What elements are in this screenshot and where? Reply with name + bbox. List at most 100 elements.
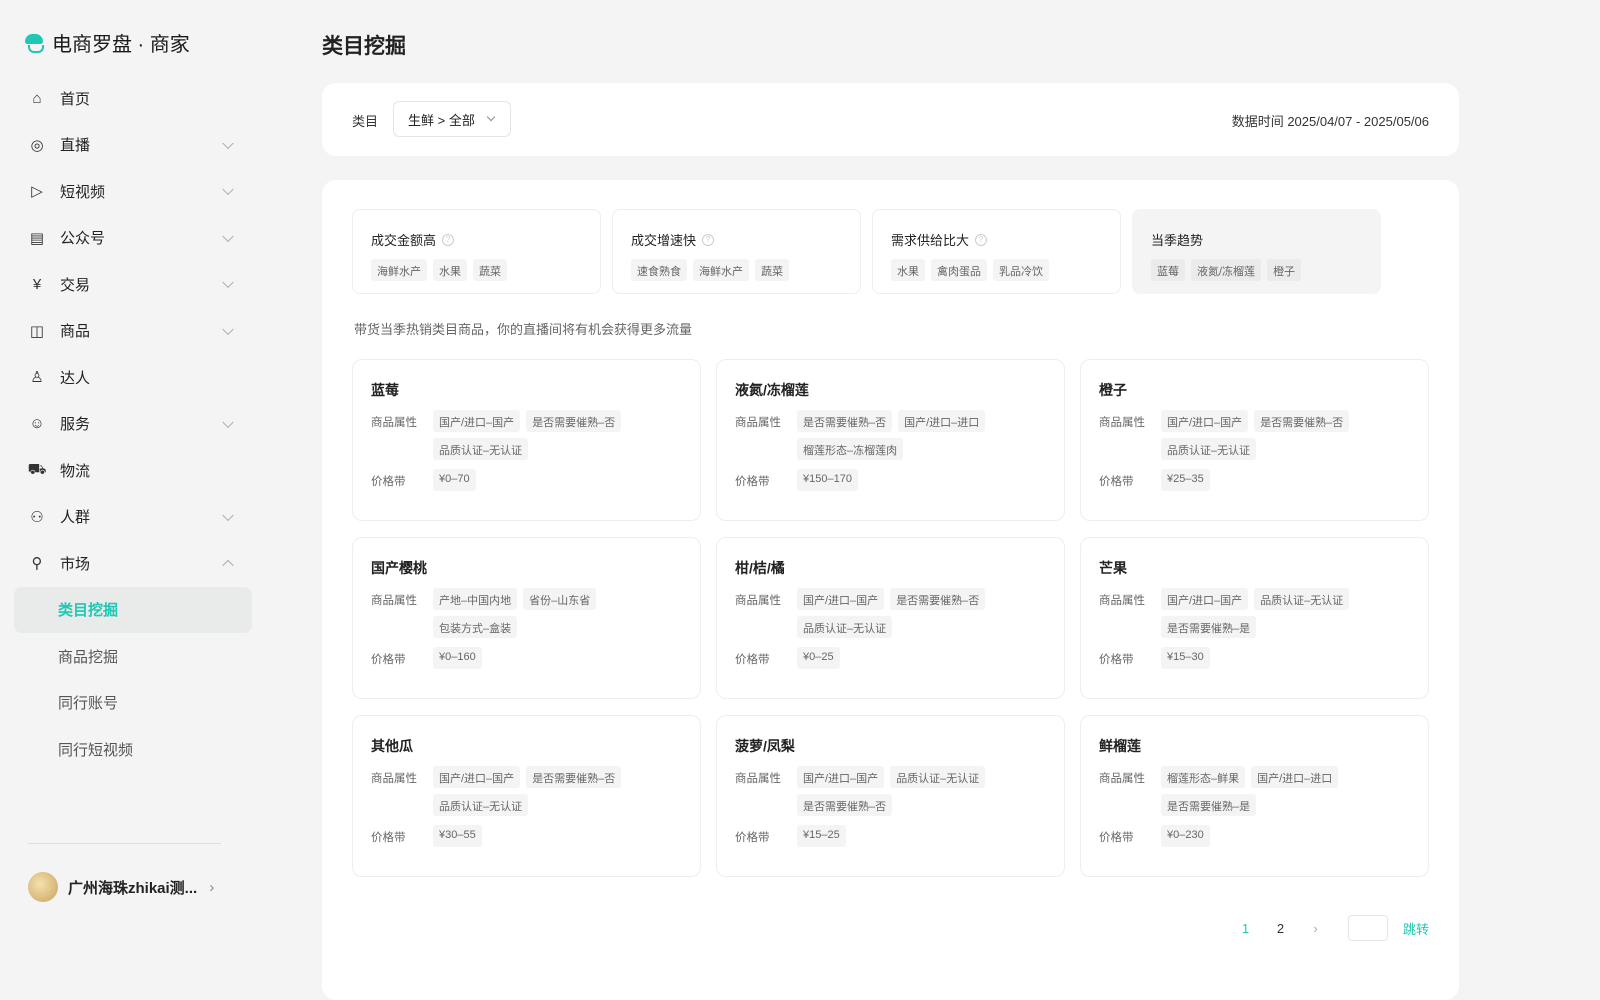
product-card[interactable]: 蓝莓 商品属性 国产/进口–国产 是否需要催熟–否 品质认证–无认证 价格带 ¥0–70	[352, 359, 701, 521]
stat-tag[interactable]: 禽肉蛋品	[931, 259, 987, 281]
product-card[interactable]: 其他瓜 商品属性 国产/进口–国产 是否需要催熟–否 品质认证–无认证 价格带 ¥30–55	[352, 715, 701, 877]
product-card[interactable]: 芒果 商品属性 国产/进口–国产 品质认证–无认证 是否需要催熟–是 价格带 ¥15–30	[1080, 537, 1429, 699]
jump-button[interactable]: 跳转	[1403, 919, 1429, 938]
attribute-tag: 国产/进口–国产	[433, 766, 521, 788]
product-name: 其他瓜	[371, 738, 413, 754]
sidebar-item-5[interactable]: ◫ 商品	[14, 308, 252, 355]
price-row: 价格带 ¥15–30	[1099, 647, 1428, 669]
app-title: 电商罗盘 · 商家	[52, 34, 190, 56]
product-name: 柑/桔/橘	[735, 560, 785, 576]
stat-tag[interactable]: 蓝莓	[1151, 259, 1185, 281]
data-time-range: 数据时间 2025/04/07 - 2025/05/06	[1231, 114, 1429, 129]
people-icon: ⚇	[30, 508, 44, 526]
chevron-down-icon[interactable]	[222, 276, 234, 289]
price-label: 价格带	[735, 476, 770, 488]
help-icon[interactable]: ?	[975, 233, 988, 246]
user-account[interactable]: 广州海珠zhikai测... ›	[28, 872, 214, 902]
attribute-tags: 国产/进口–国产 品质认证–无认证 是否需要催熟–是	[1161, 588, 1401, 638]
sidebar-item-3[interactable]: ▤ 公众号	[14, 215, 252, 262]
price-tags: ¥150–170	[797, 469, 1037, 491]
sidebar-item-label: 市场	[60, 555, 91, 573]
attribute-tag: 是否需要催熟–否	[797, 794, 893, 816]
sidebar-item-label: 公众号	[60, 230, 106, 248]
stat-title: 成交金额高	[371, 233, 437, 248]
attribute-tags: 国产/进口–国产 是否需要催熟–否 品质认证–无认证	[433, 766, 673, 816]
sidebar-item-label: 人群	[60, 509, 91, 527]
sidebar-item-4[interactable]: ¥ 交易	[14, 261, 252, 308]
smile-icon: ☺	[29, 415, 45, 433]
sidebar-item-9[interactable]: ⚇ 人群	[14, 494, 252, 541]
chevron-down-icon	[486, 112, 496, 122]
attribute-tag: 品质认证–无认证	[890, 766, 986, 788]
chevron-down-icon[interactable]	[222, 137, 234, 149]
chevron-down-icon[interactable]	[222, 416, 234, 428]
sidebar-subitem-3[interactable]: 同行短视频	[14, 726, 252, 773]
chevron-down-icon[interactable]	[222, 509, 234, 521]
page-title: 类目挖掘	[322, 35, 406, 58]
person-icon: ♙	[30, 369, 44, 387]
sidebar-item-6[interactable]: ♙ 达人	[14, 354, 252, 401]
stat-tag[interactable]: 水果	[891, 259, 925, 281]
stat-title-row: 成交金额高?	[371, 230, 600, 249]
chevron-up-icon[interactable]	[222, 559, 234, 572]
stat-tag[interactable]: 海鲜水产	[371, 259, 427, 281]
stat-tag[interactable]: 液氮/冻榴莲	[1191, 259, 1262, 281]
stat-card[interactable]: 需求供给比大? 水果 禽肉蛋品 乳品冷饮	[872, 209, 1121, 294]
chevron-down-icon[interactable]	[222, 230, 234, 242]
stat-tag[interactable]: 乳品冷饮	[993, 259, 1049, 281]
stat-tag[interactable]: 海鲜水产	[693, 259, 749, 281]
attribute-tag: 国产/进口–国产	[797, 766, 885, 788]
sidebar-subitem-1[interactable]: 商品挖掘	[14, 633, 252, 680]
next-page-icon[interactable]: ›	[1298, 921, 1333, 936]
sidebar-item-8[interactable]: ⛟ 物流	[14, 447, 252, 494]
attribute-label: 商品属性	[735, 417, 781, 429]
product-card[interactable]: 橙子 商品属性 国产/进口–国产 是否需要催熟–否 品质认证–无认证 价格带 ¥25–35	[1080, 359, 1429, 521]
product-card[interactable]: 液氮/冻榴莲 商品属性 是否需要催熟–否 国产/进口–进口 榴莲形态–冻榴莲肉 价格带 ¥1…	[716, 359, 1065, 521]
chevron-down-icon[interactable]	[222, 323, 234, 335]
page-1[interactable]: 1	[1228, 921, 1263, 936]
product-card[interactable]: 鲜榴莲 商品属性 榴莲形态–鲜果 国产/进口–进口 是否需要催熟–是 价格带 ¥0–230	[1080, 715, 1429, 877]
app-logo[interactable]: 电商罗盘 · 商家	[24, 28, 190, 57]
sidebar-item-7[interactable]: ☺ 服务	[14, 401, 252, 448]
attribute-label: 商品属性	[1099, 595, 1145, 607]
sidebar-subitem-0[interactable]: 类目挖掘	[14, 586, 252, 633]
product-card[interactable]: 柑/桔/橘 商品属性 国产/进口–国产 是否需要催熟–否 品质认证–无认证 价格带 ¥0–2…	[716, 537, 1065, 699]
attribute-tag: 国产/进口–国产	[1161, 588, 1249, 610]
stat-tags: 水果 禽肉蛋品 乳品冷饮	[891, 259, 1120, 281]
stat-tag[interactable]: 蔬菜	[473, 259, 507, 281]
attribute-row: 商品属性 国产/进口–国产 品质认证–无认证 是否需要催熟–是	[1099, 588, 1428, 638]
sidebar-item-2[interactable]: ▷ 短视频	[14, 168, 252, 215]
sidebar-item-label: 服务	[60, 416, 91, 434]
sidebar-item-0[interactable]: ⌂ 首页	[14, 75, 252, 122]
attribute-label: 商品属性	[1099, 773, 1145, 785]
product-card[interactable]: 国产樱桃 商品属性 产地–中国内地 省份–山东省 包装方式–盒装 价格带 ¥0–160	[352, 537, 701, 699]
jump-page-input[interactable]	[1347, 915, 1388, 941]
stat-card[interactable]: 成交增速快? 速食熟食 海鲜水产 蔬菜	[612, 209, 861, 294]
help-icon[interactable]: ?	[442, 233, 455, 246]
stat-tag[interactable]: 水果	[433, 259, 467, 281]
help-icon[interactable]: ?	[702, 233, 715, 246]
chevron-right-icon: ›	[209, 878, 215, 896]
stat-title-row: 成交增速快?	[631, 230, 860, 249]
attribute-tags: 国产/进口–国产 是否需要催熟–否 品质认证–无认证	[797, 588, 1037, 638]
sidebar-item-1[interactable]: ◎ 直播	[14, 122, 252, 169]
attribute-tag: 品质认证–无认证	[1254, 588, 1350, 610]
attribute-row: 商品属性 国产/进口–国产 品质认证–无认证 是否需要催熟–否	[735, 766, 1064, 816]
stat-tag[interactable]: 速食熟食	[631, 259, 687, 281]
stat-tag[interactable]: 蔬菜	[755, 259, 789, 281]
product-card[interactable]: 菠萝/凤梨 商品属性 国产/进口–国产 品质认证–无认证 是否需要催熟–否 价格带 ¥15–…	[716, 715, 1065, 877]
attribute-tag: 国产/进口–国产	[1161, 410, 1249, 432]
sidebar-subitem-2[interactable]: 同行账号	[14, 680, 252, 727]
stat-tag[interactable]: 橙子	[1267, 259, 1302, 281]
page-2[interactable]: 2	[1263, 921, 1298, 936]
price-band: ¥30–55	[433, 825, 482, 847]
product-name: 菠萝/凤梨	[735, 738, 795, 754]
filter-bar: 类目 生鲜 > 全部 数据时间 2025/04/07 - 2025/05/06	[322, 83, 1459, 156]
sidebar-item-10[interactable]: ⚲ 市场	[14, 540, 252, 587]
stat-card[interactable]: 成交金额高? 海鲜水产 水果 蔬菜	[352, 209, 601, 294]
chevron-down-icon[interactable]	[222, 183, 234, 196]
category-select[interactable]: 生鲜 > 全部	[393, 101, 511, 137]
sidebar-nav: ⌂ 首页 ◎ 直播 ▷ 短视频 ▤ 公众号 ¥ 交易 ◫ 商品 ♙ 达人 ☺ 服务 ⛟ 物流 ⚇ 人群 ⚲ 市场 类目挖掘商…	[14, 75, 252, 773]
attribute-label: 商品属性	[371, 595, 417, 607]
stat-card[interactable]: 当季趋势 蓝莓 液氮/冻榴莲 橙子	[1132, 209, 1381, 294]
